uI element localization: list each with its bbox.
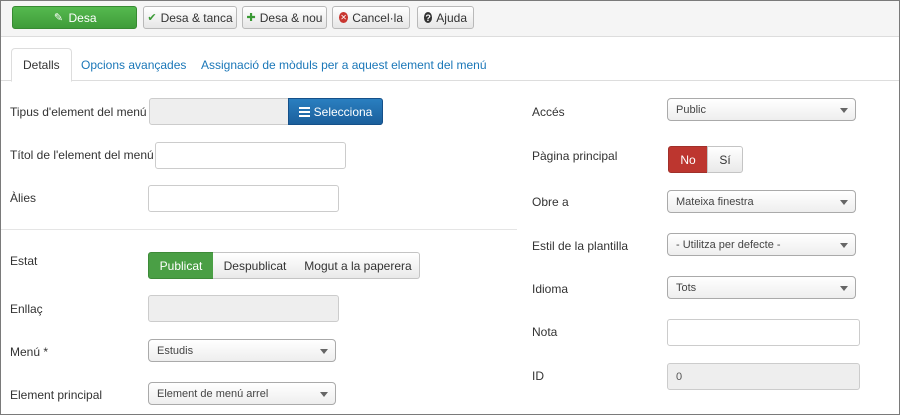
help-label: Ajuda	[436, 10, 467, 25]
home-yes-label: Sí	[719, 152, 731, 167]
parent-item-value: Element de menú arrel	[157, 387, 269, 400]
template-style-label: Estil de la plantilla	[532, 239, 629, 253]
check-icon: ✔	[147, 11, 157, 24]
link-label: Enllaç	[10, 302, 43, 316]
menu-label: Menú *	[10, 345, 49, 359]
open-in-select-value: Mateixa finestra	[676, 195, 754, 208]
toolbar: ✎ Desa ✔ Desa & tanca ✚ Desa & nou ✕ Can…	[1, 1, 899, 37]
save-new-label: Desa & nou	[259, 10, 323, 25]
question-circle-icon: ?	[424, 12, 433, 23]
menu-select[interactable]: Estudis	[148, 339, 336, 362]
parent-item-label: Element principal	[10, 388, 103, 402]
parent-item-select[interactable]: Element de menú arrel	[148, 382, 336, 405]
id-field: 0	[667, 363, 860, 390]
save-button[interactable]: ✎ Desa	[12, 6, 137, 29]
template-style-value: - Utilitza per defecte -	[676, 238, 781, 251]
note-input[interactable]	[667, 319, 860, 346]
id-label: ID	[532, 369, 544, 383]
language-select-value: Tots	[676, 281, 697, 294]
help-button[interactable]: ? Ajuda	[417, 6, 474, 29]
select-button-label: Selecciona	[313, 104, 373, 119]
tab-details-label: Detalls	[23, 58, 60, 72]
link-field	[148, 295, 339, 322]
alias-input[interactable]	[148, 185, 339, 212]
save-new-button[interactable]: ✚ Desa & nou	[242, 6, 327, 29]
save-close-label: Desa & tanca	[160, 10, 233, 25]
access-select-value: Public	[676, 103, 706, 116]
menu-item-title-input[interactable]	[155, 142, 346, 169]
menu-item-type-label: Tipus d'element del menú *	[10, 105, 155, 119]
cancel-button[interactable]: ✕ Cancel·la	[332, 6, 410, 29]
chevron-down-icon	[840, 108, 848, 113]
open-in-select[interactable]: Mateixa finestra	[667, 190, 856, 213]
status-trashed-button[interactable]: Mogut a la paperera	[297, 252, 420, 279]
menu-item-title-label: Títol de l'element del menú *	[10, 148, 162, 162]
open-in-label: Obre a	[532, 195, 569, 209]
access-label: Accés	[532, 105, 565, 119]
list-icon	[298, 106, 310, 117]
tab-advanced-label: Opcions avançades	[81, 57, 187, 72]
tab-advanced-options[interactable]: Opcions avançades	[70, 48, 197, 81]
tab-details[interactable]: Detalls	[11, 48, 72, 82]
tab-module-assignment[interactable]: Assignació de mòduls per a aquest elemen…	[190, 48, 498, 81]
select-type-button[interactable]: Selecciona	[288, 98, 383, 125]
home-no-label: No	[680, 152, 696, 167]
chevron-down-icon	[320, 349, 328, 354]
status-unpublished-label: Despublicat	[223, 258, 287, 273]
chevron-down-icon	[840, 200, 848, 205]
chevron-down-icon	[320, 392, 328, 397]
status-trashed-label: Mogut a la paperera	[304, 258, 412, 273]
access-select[interactable]: Public	[667, 98, 856, 121]
home-page-label: Pàgina principal	[532, 149, 618, 163]
save-close-button[interactable]: ✔ Desa & tanca	[143, 6, 237, 29]
note-label: Nota	[532, 325, 558, 339]
edit-menu-item-window: ✎ Desa ✔ Desa & tanca ✚ Desa & nou ✕ Can…	[0, 0, 900, 415]
menu-item-type-field	[149, 98, 289, 125]
status-published-button[interactable]: Publicat	[148, 252, 214, 279]
status-published-label: Publicat	[159, 258, 203, 273]
plus-icon: ✚	[246, 11, 256, 24]
language-label: Idioma	[532, 282, 569, 296]
section-divider	[1, 229, 517, 230]
status-label: Estat	[10, 254, 38, 268]
chevron-down-icon	[840, 243, 848, 248]
template-style-select[interactable]: - Utilitza per defecte -	[667, 233, 856, 256]
alias-label: Àlies	[10, 191, 37, 205]
tab-bar: Detalls Opcions avançades Assignació de …	[1, 48, 899, 82]
cancel-circle-icon: ✕	[339, 12, 349, 23]
cancel-label: Cancel·la	[352, 10, 403, 25]
language-select[interactable]: Tots	[667, 276, 856, 299]
menu-select-value: Estudis	[157, 344, 194, 357]
status-unpublished-button[interactable]: Despublicat	[213, 252, 298, 279]
home-no-button[interactable]: No	[668, 146, 708, 173]
home-yes-button[interactable]: Sí	[707, 146, 743, 173]
chevron-down-icon	[840, 286, 848, 291]
edit-icon: ✎	[53, 11, 64, 24]
save-button-label: Desa	[68, 10, 97, 25]
tab-module-label: Assignació de mòduls per a aquest elemen…	[201, 57, 487, 72]
